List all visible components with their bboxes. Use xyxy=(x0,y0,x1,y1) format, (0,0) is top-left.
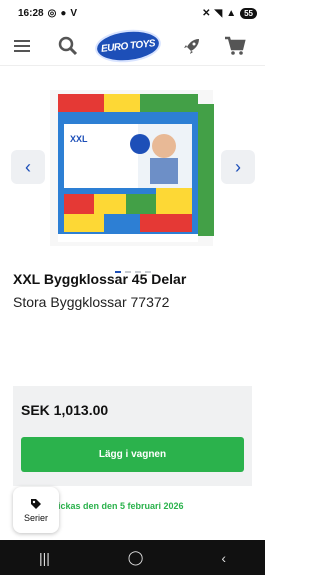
gallery-prev-button[interactable]: ‹ xyxy=(11,150,45,184)
android-nav-bar: ||| ◯ ‹ xyxy=(0,540,265,575)
serier-button[interactable]: Serier xyxy=(13,487,59,533)
menu-icon[interactable] xyxy=(8,32,36,60)
chevron-right-icon: › xyxy=(235,156,241,177)
battery-indicator: 55 xyxy=(240,7,257,19)
site-header: EURO TOYS xyxy=(0,26,265,66)
recent-apps-icon[interactable]: ||| xyxy=(39,550,50,566)
vpn-icon: V xyxy=(70,7,78,19)
product-price: SEK 1,013.00 xyxy=(21,402,109,418)
instagram-icon: ◎ xyxy=(47,7,57,19)
eurotoys-logo[interactable]: EURO TOYS xyxy=(93,26,163,66)
product-image: XXL xyxy=(50,90,214,246)
gallery-next-button[interactable]: › xyxy=(221,150,255,184)
tag-icon xyxy=(31,498,41,509)
serier-label: Serier xyxy=(23,512,48,523)
mute-icon: ✕ xyxy=(202,7,211,19)
add-to-cart-button[interactable]: Lägg i vagnen xyxy=(21,437,244,472)
status-time: 16:28 xyxy=(18,7,44,19)
product-title: XXL Byggklossar 45 Delar xyxy=(13,271,187,287)
back-icon[interactable]: ‹ xyxy=(221,550,226,566)
svg-text:XXL: XXL xyxy=(70,134,88,144)
product-gallery[interactable]: XXL ‹ › xyxy=(0,72,265,272)
message-icon: ● xyxy=(60,7,67,19)
product-subtitle: Stora Byggklossar 77372 xyxy=(13,294,170,310)
chevron-left-icon: ‹ xyxy=(25,156,31,177)
status-bar: 16:28 ◎ ● V ✕ ◥ ▲ 55 xyxy=(0,0,265,26)
cart-icon[interactable] xyxy=(221,32,249,60)
home-icon[interactable]: ◯ xyxy=(128,549,144,566)
rocket-icon[interactable] xyxy=(178,32,206,60)
shipping-info: kickas den den 5 februari 2026 xyxy=(53,501,184,511)
search-icon[interactable] xyxy=(54,32,82,60)
purchase-panel: SEK 1,013.00 Lägg i vagnen xyxy=(13,386,252,486)
wifi-icon: ◥ xyxy=(214,7,223,19)
signal-icon: ▲ xyxy=(226,7,237,19)
